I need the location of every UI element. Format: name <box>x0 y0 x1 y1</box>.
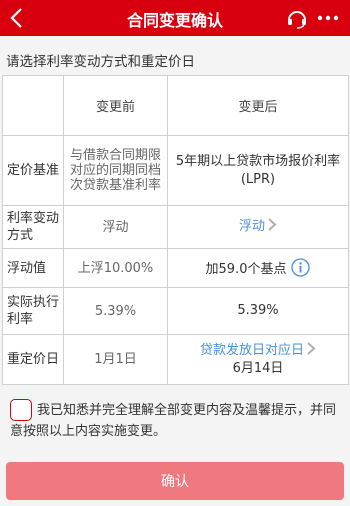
old-value: 浮动 <box>63 205 168 249</box>
reprice-date-select[interactable]: 贷款发放日对应日 6月14日 <box>167 334 349 385</box>
old-value: 上浮10.00% <box>63 248 168 288</box>
table-row: 重定价日 1月1日 贷款发放日对应日 6月14日 <box>2 334 349 385</box>
section-title: 请选择利率变动方式和重定价日 <box>6 54 195 70</box>
float-method-select[interactable]: 浮动 <box>167 205 349 249</box>
new-value: 加59.0个基点 <box>205 261 287 277</box>
row-label: 浮动值 <box>2 248 64 288</box>
new-value: 5年期以上贷款市场报价利率(LPR) <box>167 135 349 206</box>
header-bar: 合同变更确认 <box>0 0 350 36</box>
header-before: 变更前 <box>63 75 168 136</box>
table-row: 定价基准 与借款合同期限对应的同期同档次贷款基准利率 5年期以上贷款市场报价利率… <box>2 135 349 206</box>
old-value: 1月1日 <box>63 334 168 385</box>
old-value: 与借款合同期限对应的同期同档次贷款基准利率 <box>63 135 168 206</box>
old-value: 5.39% <box>63 287 168 335</box>
row-label: 实际执行利率 <box>2 287 64 335</box>
table-row: 利率变动方式 浮动 浮动 <box>2 205 349 249</box>
headset-service-icon[interactable] <box>286 7 308 29</box>
header-after: 变更后 <box>167 75 349 136</box>
row-label: 定价基准 <box>2 135 64 206</box>
table-header-row: 变更前 变更后 <box>2 75 349 136</box>
new-value-cell: 加59.0个基点 <box>167 248 349 288</box>
row-label: 重定价日 <box>2 334 64 385</box>
row-label: 利率变动方式 <box>2 205 64 249</box>
new-value: 5.39% <box>167 287 349 335</box>
table-row: 浮动值 上浮10.00% 加59.0个基点 <box>2 248 349 288</box>
float-method-value[interactable]: 浮动 <box>239 219 265 234</box>
chevron-right-icon <box>268 218 277 231</box>
more-dots-icon[interactable] <box>316 8 340 28</box>
info-icon[interactable] <box>291 257 311 277</box>
header-empty-cell <box>2 75 64 136</box>
agreement-text: 我已知悉并完全理解全部变更内容及温馨提示，并同意按照以上内容实施变更。 <box>10 403 337 439</box>
table-row: 实际执行利率 5.39% 5.39% <box>2 287 349 335</box>
confirm-button[interactable]: 确认 <box>6 462 344 500</box>
chevron-right-icon <box>307 341 316 355</box>
change-table: 变更前 变更后 定价基准 与借款合同期限对应的同期同档次贷款基准利率 5年期以上… <box>2 75 349 385</box>
reprice-date-value: 6月14日 <box>232 360 284 376</box>
reprice-option-link[interactable]: 贷款发放日对应日 <box>200 343 304 358</box>
